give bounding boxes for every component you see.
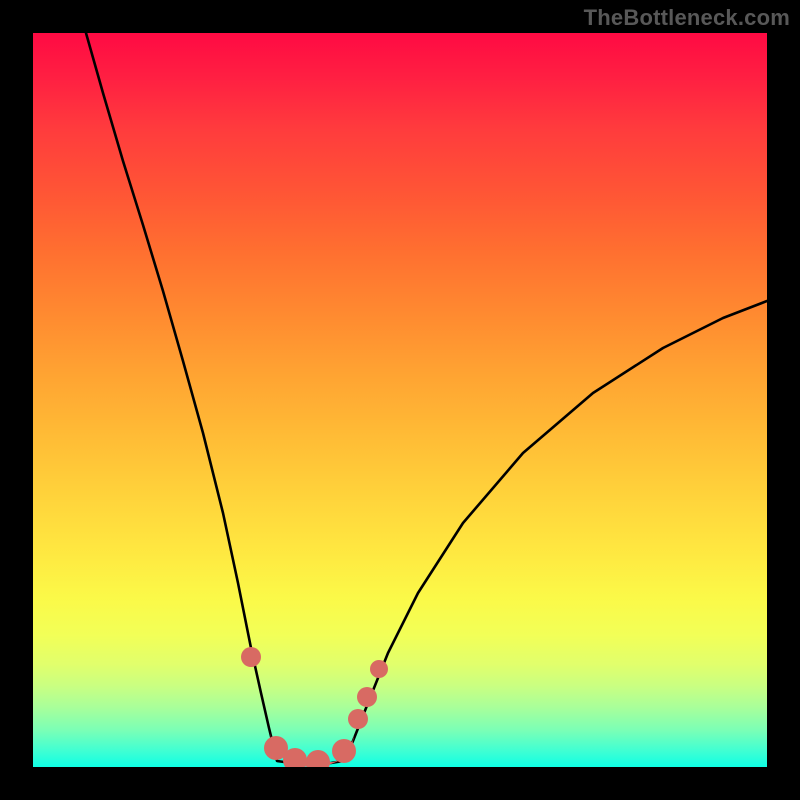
plot-area <box>33 33 767 767</box>
curve-svg <box>33 33 767 767</box>
chart-frame: TheBottleneck.com <box>0 0 800 800</box>
bottleneck-curve <box>86 33 767 764</box>
bead-marker <box>241 647 261 667</box>
bead-marker <box>357 687 377 707</box>
curve-group <box>86 33 767 764</box>
watermark-text: TheBottleneck.com <box>584 5 790 31</box>
bead-marker <box>370 660 388 678</box>
bead-marker <box>306 750 330 767</box>
bead-marker <box>332 739 356 763</box>
bead-marker <box>348 709 368 729</box>
